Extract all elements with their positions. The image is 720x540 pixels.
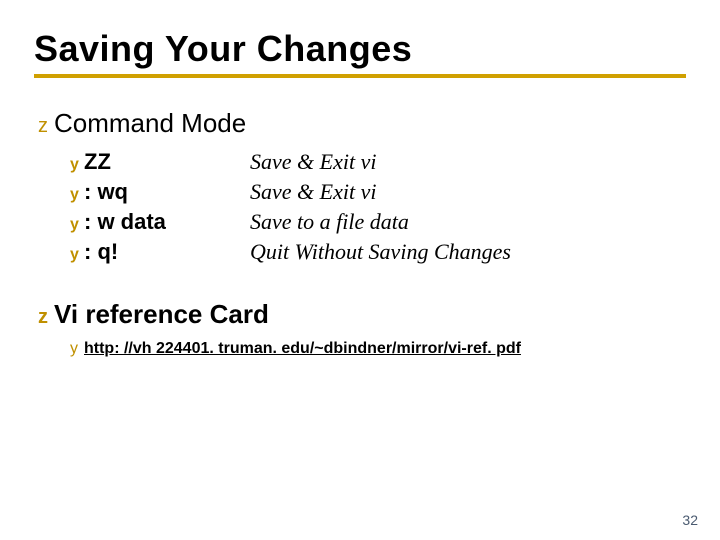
section-heading-ref: zVi reference Card [38, 299, 686, 330]
title-underline [34, 74, 686, 78]
table-row: y: w data Save to a file data [70, 209, 686, 235]
cmd-desc: Quit Without Saving Changes [250, 239, 511, 265]
cmd-text: : wq [84, 179, 128, 204]
slide-title: Saving Your Changes [34, 28, 686, 70]
table-row: yZZ Save & Exit vi [70, 149, 686, 175]
cmd-text: ZZ [84, 149, 111, 174]
cmd-desc: Save & Exit vi [250, 149, 376, 175]
bullet-y-icon: y [70, 216, 82, 234]
section-heading: Command Mode [54, 108, 246, 138]
reference-link[interactable]: http: //vh 224401. truman. edu/~dbindner… [84, 340, 521, 357]
link-row: yhttp: //vh 224401. truman. edu/~dbindne… [70, 340, 686, 358]
cmd-cell: y: q! [70, 239, 250, 265]
table-row: y: q! Quit Without Saving Changes [70, 239, 686, 265]
bullet-y-icon: y [70, 186, 82, 204]
cmd-cell: yZZ [70, 149, 250, 175]
bullet-y-icon: y [70, 340, 82, 358]
page-number: 32 [682, 512, 698, 528]
section-reference: zVi reference Card yhttp: //vh 224401. t… [34, 299, 686, 358]
slide: Saving Your Changes zCommand Mode yZZ Sa… [0, 0, 720, 540]
cmd-cell: y: w data [70, 209, 250, 235]
command-table: yZZ Save & Exit vi y: wq Save & Exit vi … [70, 149, 686, 265]
cmd-cell: y: wq [70, 179, 250, 205]
bullet-z-icon: z [38, 306, 52, 329]
cmd-desc: Save & Exit vi [250, 179, 376, 205]
cmd-text: : q! [84, 239, 118, 264]
table-row: y: wq Save & Exit vi [70, 179, 686, 205]
ref-heading-text: Vi reference Card [54, 299, 269, 329]
cmd-desc: Save to a file data [250, 209, 409, 235]
cmd-text: : w data [84, 209, 166, 234]
bullet-z-icon: z [38, 115, 52, 138]
section-command-mode: zCommand Mode [38, 108, 686, 139]
bullet-y-icon: y [70, 156, 82, 174]
bullet-y-icon: y [70, 246, 82, 264]
